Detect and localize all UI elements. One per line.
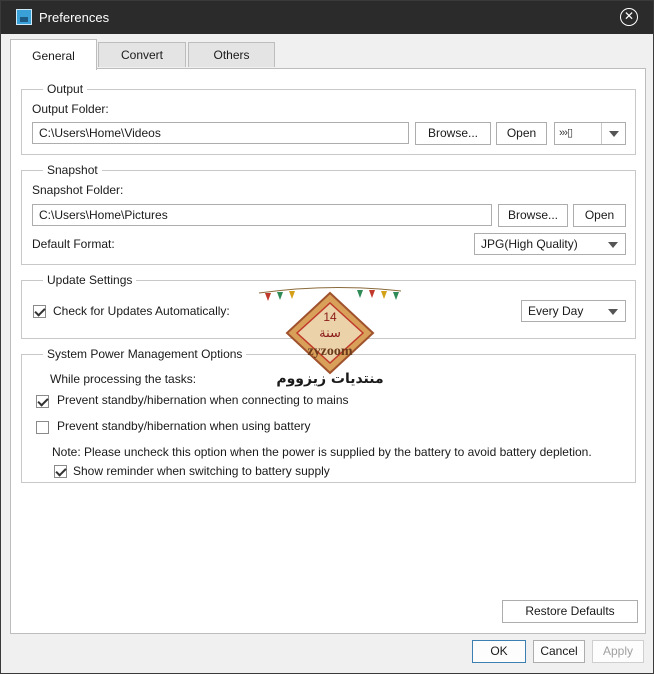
tab-convert[interactable]: Convert [98, 42, 186, 67]
battery-reminder-label: Show reminder when switching to battery … [73, 464, 330, 478]
ok-button[interactable]: OK [472, 640, 526, 663]
prevent-mains-checkbox[interactable] [36, 395, 49, 408]
output-group: Output Output Folder: C:\Users\Home\Vide… [21, 82, 636, 155]
prevent-battery-label: Prevent standby/hibernation when using b… [57, 419, 311, 433]
snapshot-legend: Snapshot [43, 163, 102, 177]
chevron-down-icon [608, 309, 618, 315]
restore-defaults-button[interactable]: Restore Defaults [502, 600, 638, 623]
tab-others[interactable]: Others [188, 42, 275, 67]
cancel-button[interactable]: Cancel [533, 640, 585, 663]
device-dropdown-button[interactable]: ›››▯ [554, 122, 626, 145]
general-tab-panel: Output Output Folder: C:\Users\Home\Vide… [10, 68, 646, 634]
snapshot-group: Snapshot Snapshot Folder: C:\Users\Home\… [21, 163, 636, 265]
apply-button[interactable]: Apply [592, 640, 644, 663]
update-legend: Update Settings [43, 273, 137, 287]
snapshot-browse-button[interactable]: Browse... [498, 204, 568, 227]
watermark-number: 14 [323, 310, 337, 324]
close-icon[interactable]: ✕ [620, 8, 638, 26]
output-folder-label: Output Folder: [32, 102, 109, 116]
battery-reminder-checkbox[interactable] [54, 465, 67, 478]
snapshot-open-button[interactable]: Open [573, 204, 626, 227]
watermark-logo: 14 سنة zyzoom منتديات زيزووم [258, 286, 402, 387]
power-intro-text: While processing the tasks: [50, 372, 197, 386]
output-browse-button[interactable]: Browse... [415, 122, 491, 145]
watermark-word: سنة [319, 326, 341, 341]
device-icon: ›››▯ [559, 127, 573, 139]
power-legend: System Power Management Options [43, 347, 247, 361]
default-format-label: Default Format: [32, 237, 115, 251]
update-frequency-value: Every Day [528, 304, 584, 318]
auto-update-label: Check for Updates Automatically: [53, 304, 230, 318]
prevent-battery-checkbox[interactable] [36, 421, 49, 434]
prevent-mains-label: Prevent standby/hibernation when connect… [57, 393, 349, 407]
update-frequency-select[interactable]: Every Day [521, 300, 626, 322]
app-icon [16, 9, 32, 25]
snapshot-folder-label: Snapshot Folder: [32, 183, 124, 197]
output-folder-input[interactable]: C:\Users\Home\Videos [32, 122, 409, 144]
default-format-select[interactable]: JPG(High Quality) [474, 233, 626, 255]
auto-update-checkbox[interactable] [33, 305, 46, 318]
default-format-value: JPG(High Quality) [481, 237, 578, 251]
tab-general[interactable]: General [10, 39, 97, 70]
output-open-button[interactable]: Open [496, 122, 547, 145]
snapshot-folder-input[interactable]: C:\Users\Home\Pictures [32, 204, 492, 226]
preferences-window: Preferences ✕ General Convert Others Out… [0, 0, 654, 674]
chevron-down-icon [608, 242, 618, 248]
power-note-text: Note: Please uncheck this option when th… [52, 445, 592, 459]
chevron-down-icon [609, 131, 619, 137]
watermark-arabic: منتديات زيزووم [276, 371, 383, 387]
title-bar[interactable]: Preferences ✕ [1, 1, 653, 34]
window-title: Preferences [39, 10, 110, 25]
watermark-brand: zyzoom [307, 344, 352, 359]
output-legend: Output [43, 82, 88, 96]
